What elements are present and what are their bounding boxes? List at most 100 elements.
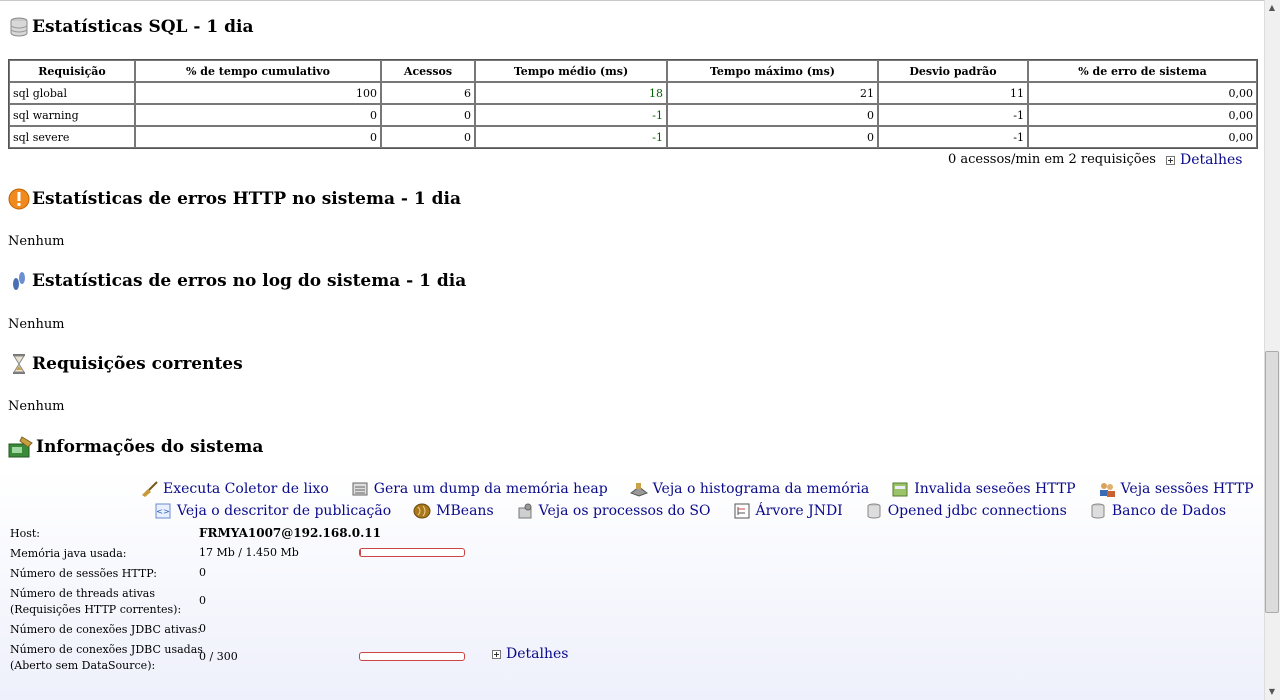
system-info-heading: Informações do sistema bbox=[8, 435, 263, 459]
broom-icon bbox=[142, 481, 158, 497]
mean-time-cell: -1 bbox=[475, 126, 667, 148]
system-info-icon bbox=[8, 436, 33, 458]
table-row: sql warning 0 0 -1 0 -1 0,00 bbox=[9, 104, 1257, 126]
monitoring-page: Estatísticas SQL - 1 dia Requisição % de… bbox=[0, 0, 1264, 700]
system-actions-row-1: Executa Coletor de lixo Gera um dump da … bbox=[140, 481, 1254, 497]
http-errors-heading: Estatísticas de erros HTTP no sistema - … bbox=[8, 188, 461, 210]
users-icon bbox=[1099, 483, 1115, 497]
log-errors-title: Estatísticas de erros no log do sistema … bbox=[32, 271, 467, 291]
jdbc-connections-action-link[interactable]: Opened jdbc connections bbox=[865, 503, 1067, 519]
deployment-descriptor-action-link[interactable]: <> Veja o descritor de publicação bbox=[154, 503, 391, 519]
memory-histogram-action-link[interactable]: Veja o histograma da memória bbox=[629, 481, 869, 497]
table-row: sql severe 0 0 -1 0 -1 0,00 bbox=[9, 126, 1257, 148]
database-icon bbox=[10, 17, 28, 37]
current-requests-value: Nenhum bbox=[8, 399, 65, 414]
mean-time-cell: 18 bbox=[475, 82, 667, 104]
request-name-cell[interactable]: sql global bbox=[9, 82, 135, 104]
beans-icon bbox=[413, 503, 431, 519]
current-requests-title: Requisições correntes bbox=[32, 354, 243, 374]
sql-stats-heading: Estatísticas SQL - 1 dia bbox=[8, 16, 253, 38]
processes-icon bbox=[518, 503, 532, 519]
scrollbar-thumb[interactable] bbox=[1265, 351, 1279, 613]
warning-icon bbox=[8, 188, 30, 210]
table-header-row: Requisição % de tempo cumulativo Acessos… bbox=[9, 60, 1257, 82]
invalidate-sessions-action-link[interactable]: Invalida seseões HTTP bbox=[891, 481, 1076, 497]
expand-icon bbox=[1166, 155, 1175, 165]
table-row: sql global 100 6 18 21 11 0,00 bbox=[9, 82, 1257, 104]
col-header[interactable]: Tempo máximo (ms) bbox=[667, 60, 878, 82]
stddev-cell: 11 bbox=[878, 82, 1028, 104]
sql-summary: 0 acessos/min em 2 requisições bbox=[948, 152, 1156, 167]
max-time-cell: 0 bbox=[667, 126, 878, 148]
memory-value: 17 Mb / 1.450 Mb bbox=[199, 546, 299, 559]
jndi-tree-icon bbox=[734, 503, 750, 519]
error-rate-cell: 0,00 bbox=[1028, 82, 1257, 104]
view-sessions-action-link[interactable]: Veja sessões HTTP bbox=[1098, 481, 1254, 497]
sessions-label: Número de sessões HTTP: bbox=[10, 567, 157, 580]
database-icon bbox=[867, 503, 881, 519]
sql-details-link[interactable]: Detalhes bbox=[1166, 152, 1242, 168]
stddev-cell: -1 bbox=[878, 104, 1028, 126]
cumulative-cell: 100 bbox=[135, 82, 381, 104]
host-value: FRMYA1007@192.168.0.11 bbox=[199, 526, 381, 540]
memory-usage-fill bbox=[360, 549, 362, 556]
request-name-cell[interactable]: sql severe bbox=[9, 126, 135, 148]
stddev-cell: -1 bbox=[878, 126, 1028, 148]
col-header[interactable]: % de tempo cumulativo bbox=[135, 60, 381, 82]
system-info-title: Informações do sistema bbox=[36, 437, 264, 457]
memory-histogram-icon bbox=[629, 483, 648, 497]
threads-label: Número de threads ativas (Requisições HT… bbox=[10, 587, 182, 616]
host-label: Host: bbox=[10, 527, 40, 540]
scroll-down-arrow-icon[interactable]: ▼ bbox=[1266, 686, 1278, 698]
max-time-cell: 0 bbox=[667, 104, 878, 126]
details-label: Detalhes bbox=[506, 646, 569, 662]
hourglass-icon bbox=[13, 354, 25, 374]
hits-cell: 0 bbox=[381, 104, 475, 126]
invalidate-sessions-icon bbox=[892, 482, 908, 497]
col-header[interactable]: Requisição bbox=[9, 60, 135, 82]
memory-usage-bar bbox=[359, 548, 465, 557]
jdbc-used-label: Número de conexões JDBC usadas (Aberto s… bbox=[10, 643, 203, 672]
col-header[interactable]: Tempo médio (ms) bbox=[475, 60, 667, 82]
cumulative-cell: 0 bbox=[135, 104, 381, 126]
jdbc-active-label: Número de conexões JDBC ativas: bbox=[10, 623, 201, 636]
database-icon bbox=[1091, 503, 1105, 519]
jndi-tree-action-link[interactable]: Árvore JNDI bbox=[733, 503, 843, 519]
footprints-icon bbox=[13, 272, 25, 290]
sql-stats-title: Estatísticas SQL - 1 dia bbox=[32, 17, 254, 37]
gc-action-link[interactable]: Executa Coletor de lixo bbox=[140, 481, 329, 497]
col-header[interactable]: Desvio padrão bbox=[878, 60, 1028, 82]
error-rate-cell: 0,00 bbox=[1028, 126, 1257, 148]
col-header[interactable]: Acessos bbox=[381, 60, 475, 82]
heap-dump-action-link[interactable]: Gera um dump da memória heap bbox=[351, 481, 608, 497]
log-errors-value: Nenhum bbox=[8, 317, 65, 332]
mbeans-action-link[interactable]: MBeans bbox=[413, 503, 494, 519]
cumulative-cell: 0 bbox=[135, 126, 381, 148]
jdbc-details-link[interactable]: Detalhes bbox=[492, 646, 568, 662]
sql-stats-table: Requisição % de tempo cumulativo Acessos… bbox=[8, 59, 1258, 149]
database-action-link[interactable]: Banco de Dados bbox=[1089, 503, 1226, 519]
hits-cell: 0 bbox=[381, 126, 475, 148]
jdbc-active-value: 0 bbox=[199, 622, 206, 635]
top-divider bbox=[0, 0, 1264, 1]
sessions-value: 0 bbox=[199, 566, 206, 579]
scroll-up-arrow-icon[interactable]: ▲ bbox=[1266, 2, 1278, 14]
request-name-cell[interactable]: sql warning bbox=[9, 104, 135, 126]
xml-descriptor-icon: <> bbox=[155, 503, 171, 519]
jdbc-used-value: 0 / 300 bbox=[199, 650, 238, 663]
current-requests-heading: Requisições correntes bbox=[8, 353, 243, 375]
error-rate-cell: 0,00 bbox=[1028, 104, 1257, 126]
col-header[interactable]: % de erro de sistema bbox=[1028, 60, 1257, 82]
http-errors-title: Estatísticas de erros HTTP no sistema - … bbox=[32, 189, 461, 209]
threads-value: 0 bbox=[199, 594, 206, 607]
expand-icon bbox=[492, 649, 501, 659]
hits-cell: 6 bbox=[381, 82, 475, 104]
system-actions-row-2: <> Veja o descritor de publicação MBeans… bbox=[154, 503, 1226, 519]
log-errors-heading: Estatísticas de erros no log do sistema … bbox=[8, 270, 466, 292]
svg-text:<>: <> bbox=[156, 507, 169, 516]
mean-time-cell: -1 bbox=[475, 104, 667, 126]
os-processes-action-link[interactable]: Veja os processos do SO bbox=[516, 503, 711, 519]
max-time-cell: 21 bbox=[667, 82, 878, 104]
heap-dump-icon bbox=[352, 482, 368, 496]
memory-label: Memória java usada: bbox=[10, 547, 127, 560]
